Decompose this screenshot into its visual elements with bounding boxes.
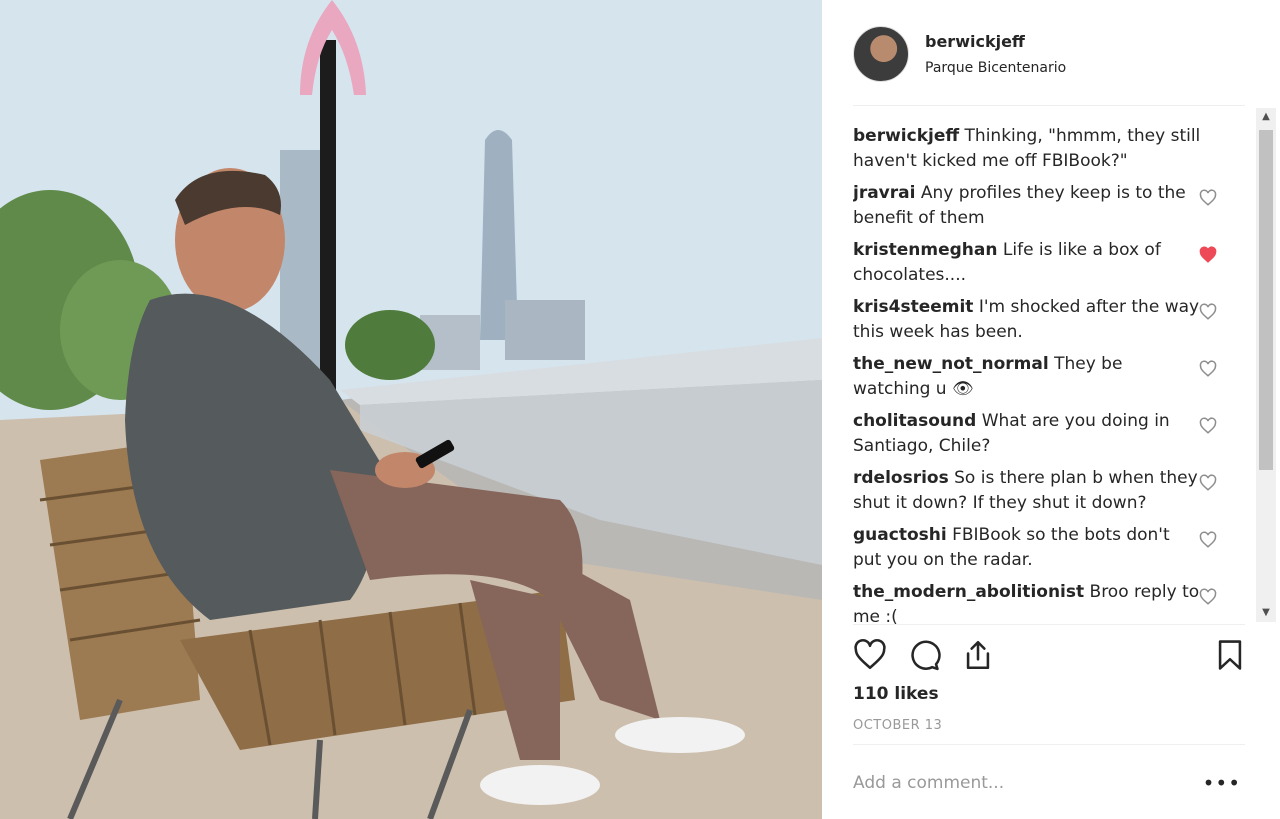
photo-illustration <box>0 0 822 819</box>
comment-username[interactable]: kris4steemit <box>853 297 973 317</box>
post-photo[interactable] <box>0 0 822 819</box>
comment-like-heart-icon[interactable] <box>1199 588 1217 606</box>
post-actions <box>853 624 1245 684</box>
share-icon[interactable] <box>961 638 995 672</box>
post-username[interactable]: berwickjeff <box>925 32 1025 51</box>
comment-row: the_new_not_normal They be watching u 👁 <box>853 352 1245 402</box>
comment-row: kristenmeghan Life is like a box of choc… <box>853 238 1245 288</box>
scroll-up-arrow-icon[interactable]: ▲ <box>1256 108 1276 126</box>
comment-like-heart-icon[interactable] <box>1199 474 1217 492</box>
comment-username[interactable]: berwickjeff <box>853 126 959 146</box>
comment-row: rdelosrios So is there plan b when they … <box>853 466 1245 516</box>
comment-username[interactable]: guactoshi <box>853 525 947 545</box>
more-options-icon[interactable]: ••• <box>1203 773 1241 793</box>
comment-like-heart-icon[interactable] <box>1199 417 1217 435</box>
post-header: berwickjeff Parque Bicentenario <box>853 24 1245 106</box>
comment-row: kris4steemit I'm shocked after the way t… <box>853 295 1245 345</box>
likes-count[interactable]: 110 likes <box>853 684 939 704</box>
liked-heart-icon[interactable] <box>1199 246 1217 264</box>
scroll-down-arrow-icon[interactable]: ▼ <box>1256 604 1276 622</box>
bookmark-icon[interactable] <box>1213 638 1247 672</box>
post-sidebar: berwickjeff Parque Bicentenario berwickj… <box>822 0 1280 819</box>
comment-row: jravrai Any profiles they keep is to the… <box>853 181 1245 231</box>
comment-username[interactable]: the_new_not_normal <box>853 354 1049 374</box>
heart-icon[interactable] <box>853 638 887 672</box>
comment-username[interactable]: cholitasound <box>853 411 976 431</box>
comment-row: guactoshi FBIBook so the bots don't put … <box>853 523 1245 573</box>
comment-username[interactable]: jravrai <box>853 183 915 203</box>
comment-username[interactable]: kristenmeghan <box>853 240 997 260</box>
avatar[interactable] <box>853 26 909 82</box>
comment-like-heart-icon[interactable] <box>1199 189 1217 207</box>
comments-list[interactable]: berwickjeff Thinking, "hmmm, they still … <box>853 108 1245 624</box>
comment-like-heart-icon[interactable] <box>1199 531 1217 549</box>
comment-like-heart-icon[interactable] <box>1199 303 1217 321</box>
scrollbar-thumb[interactable] <box>1259 130 1273 470</box>
post-location[interactable]: Parque Bicentenario <box>925 60 1066 76</box>
comment-box: Add a comment... ••• <box>853 744 1245 819</box>
comment-row: berwickjeff Thinking, "hmmm, they still … <box>853 124 1245 174</box>
comment-input[interactable]: Add a comment... <box>853 773 1004 793</box>
comment-row: the_modern_abolitionist Broo reply to me… <box>853 580 1245 624</box>
post-date: OCTOBER 13 <box>853 718 943 733</box>
comment-username[interactable]: the_modern_abolitionist <box>853 582 1084 602</box>
comment-like-heart-icon[interactable] <box>1199 360 1217 378</box>
comment-row: cholitasound What are you doing in Santi… <box>853 409 1245 459</box>
comment-username[interactable]: rdelosrios <box>853 468 949 488</box>
comment-icon[interactable] <box>907 638 941 672</box>
comments-scrollbar[interactable]: ▲ ▼ <box>1256 108 1276 622</box>
